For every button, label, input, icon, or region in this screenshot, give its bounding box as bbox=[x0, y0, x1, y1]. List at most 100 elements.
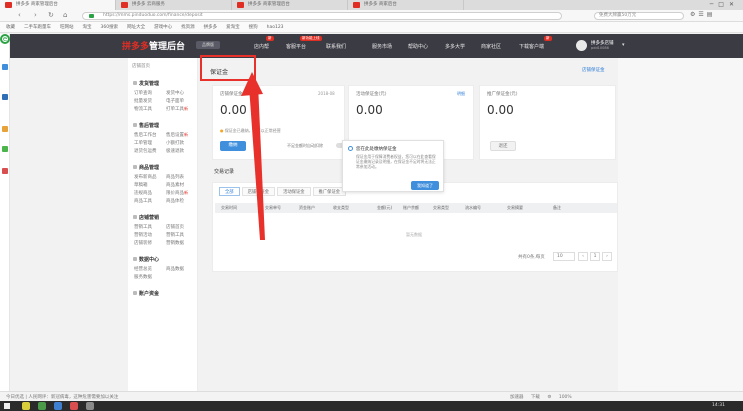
sidebar-item[interactable]: 营销活动 bbox=[134, 232, 152, 238]
status-tools[interactable]: 加速器 下载 ⚙ 100% bbox=[510, 394, 572, 400]
bookmark-item[interactable]: 二手车跑量车 bbox=[24, 22, 51, 32]
browser-tab[interactable]: 拼多多 商家管理后台 bbox=[232, 0, 348, 10]
sidebar-item[interactable]: 售后设置新 bbox=[166, 132, 188, 138]
bookmark-item[interactable]: 网址大全 bbox=[127, 22, 145, 32]
side-app-icon[interactable] bbox=[2, 146, 8, 152]
nav-item[interactable]: 下载客户端 bbox=[519, 43, 544, 50]
browser-toolbar-icons[interactable]: ⚙☰▤ bbox=[690, 11, 715, 18]
sidebar-section-title[interactable]: 账户资金 bbox=[133, 290, 159, 297]
nav-item[interactable]: 服务市场 bbox=[372, 43, 392, 50]
sidebar-item[interactable]: 商品体检 bbox=[166, 198, 184, 204]
side-app-icon[interactable] bbox=[2, 168, 8, 174]
url-field[interactable]: https://mms.pinduoduo.com/finance/deposi… bbox=[82, 12, 562, 20]
sidebar-item[interactable]: 服务数据 bbox=[134, 274, 152, 280]
forward-icon[interactable]: › bbox=[34, 11, 37, 19]
taskbar-app-icon[interactable] bbox=[86, 402, 94, 410]
browser-tab[interactable]: 拼多多 商家管理后台 bbox=[0, 0, 116, 10]
sidebar-item[interactable]: 物流工具 bbox=[134, 106, 152, 112]
bookmark-item[interactable]: 游戏中心 bbox=[154, 22, 172, 32]
nav-item[interactable]: 客服平台 bbox=[286, 43, 306, 50]
taskbar-app-icon[interactable] bbox=[38, 402, 46, 410]
sidebar-item[interactable]: 营销工具 bbox=[166, 232, 184, 238]
sidebar-section-title[interactable]: 商品管理 bbox=[133, 164, 159, 171]
sidebar-item[interactable]: 商品列表 bbox=[166, 174, 184, 180]
sidebar-section-title[interactable]: 数据中心 bbox=[133, 256, 159, 263]
sidebar-item[interactable]: 营销工具 bbox=[134, 224, 152, 230]
next-page-button[interactable]: › bbox=[602, 252, 612, 261]
window-controls[interactable]: ─□✕ bbox=[710, 1, 739, 8]
windows-start-icon[interactable] bbox=[4, 403, 10, 409]
side-app-icon[interactable] bbox=[2, 64, 8, 70]
home-icon[interactable]: ⌂ bbox=[63, 11, 67, 19]
sidebar-item[interactable]: 营销数据 bbox=[166, 240, 184, 246]
browser-side-strip: e bbox=[0, 34, 10, 401]
sidebar-item[interactable]: 退货包运费 bbox=[134, 148, 157, 154]
back-icon[interactable]: ‹ bbox=[18, 11, 21, 19]
tab-activity-deposit[interactable]: 活动保证金 bbox=[277, 187, 311, 196]
nav-item[interactable]: 店内帮 bbox=[254, 43, 269, 50]
sidebar-item[interactable]: 店铺首页 bbox=[166, 224, 184, 230]
sidebar-item[interactable]: 批量发货 bbox=[134, 98, 152, 104]
bookmark-item[interactable]: 搜狗 bbox=[249, 22, 258, 32]
refund-button[interactable]: 退还 bbox=[490, 141, 516, 151]
sidebar-item[interactable]: 电子面单 bbox=[166, 98, 184, 104]
nav-item[interactable]: 商家社区 bbox=[481, 43, 501, 50]
nav-item[interactable]: 帮助中心 bbox=[408, 43, 428, 50]
card-title: 推广保证金(元) bbox=[487, 92, 518, 97]
sidebar-section-title[interactable]: 售后管理 bbox=[133, 122, 159, 129]
promo-deposit-card: 推广保证金(元) 0.00 退还 bbox=[479, 85, 616, 160]
side-app-icon[interactable] bbox=[2, 126, 8, 132]
sidebar-item[interactable]: 发货中心 bbox=[166, 90, 184, 96]
browser-tab[interactable]: 拼多多 商家后台 bbox=[348, 0, 464, 10]
sidebar-item[interactable]: 发布新商品 bbox=[134, 174, 157, 180]
sidebar-item[interactable]: 草稿箱 bbox=[134, 182, 148, 188]
sidebar-item[interactable]: 售后工作台 bbox=[134, 132, 157, 138]
bookmark-item[interactable]: hao123 bbox=[267, 22, 284, 32]
bookmark-item[interactable]: 拼多多 bbox=[204, 22, 218, 32]
sidebar-section-title[interactable]: 店铺营销 bbox=[133, 214, 159, 221]
taskbar-app-icon[interactable] bbox=[70, 402, 78, 410]
sidebar-item[interactable]: 打单工具新 bbox=[166, 106, 188, 112]
nav-item[interactable]: 多多大学 bbox=[445, 43, 465, 50]
site-logo[interactable]: 拼多多管理后台 bbox=[122, 39, 185, 52]
bookmark-item[interactable]: 爱淘宝 bbox=[226, 22, 240, 32]
refresh-icon[interactable]: ↻ bbox=[48, 11, 54, 19]
chevron-down-icon[interactable]: ▾ bbox=[622, 42, 625, 48]
browser-search-input[interactable]: 免费大牌赢50万元 bbox=[594, 12, 684, 20]
bookmark-item[interactable]: 找资源 bbox=[181, 22, 195, 32]
pay-deposit-button[interactable]: 缴纳 bbox=[220, 141, 246, 151]
deposit-link[interactable]: 店铺保证金 bbox=[582, 67, 605, 73]
taskbar-app-icon[interactable] bbox=[54, 402, 62, 410]
sidebar-item[interactable]: 极速退款 bbox=[166, 148, 184, 154]
sidebar-item[interactable]: 商品素材 bbox=[166, 182, 184, 188]
detail-link[interactable]: 明细 bbox=[457, 91, 465, 97]
tab-all[interactable]: 全部 bbox=[219, 187, 240, 196]
bookmark-item[interactable]: 收藏 bbox=[6, 22, 15, 32]
sidebar-item[interactable]: 工单管理 bbox=[134, 140, 152, 146]
bookmark-item[interactable]: 旺网站 bbox=[60, 22, 74, 32]
page-size-select[interactable]: 10 bbox=[553, 252, 575, 261]
taskbar-app-icon[interactable] bbox=[22, 402, 30, 410]
tab-store-deposit[interactable]: 店铺保证金 bbox=[241, 187, 276, 196]
sidebar-item[interactable]: 订单查询 bbox=[134, 90, 152, 96]
sidebar-item[interactable]: 小额打款 bbox=[166, 140, 184, 146]
page-number-button[interactable]: 1 bbox=[590, 252, 600, 261]
bookmark-item[interactable]: 360搜索 bbox=[101, 22, 119, 32]
bookmark-item[interactable]: 淘宝 bbox=[83, 22, 92, 32]
got-it-button[interactable]: 我知道了 bbox=[411, 181, 439, 190]
sidebar-home-link[interactable]: 店铺首页 bbox=[132, 63, 150, 69]
nav-item[interactable]: 联系我们 bbox=[326, 43, 346, 50]
status-news[interactable]: 今日优选 | 人民网评：新冠病毒，这种危害需要加以关注 bbox=[6, 394, 118, 400]
avatar[interactable] bbox=[576, 40, 587, 51]
sidebar-item[interactable]: 店铺装修 bbox=[134, 240, 152, 246]
sidebar-item[interactable]: 商品数据 bbox=[166, 266, 184, 272]
side-app-icon[interactable] bbox=[2, 94, 8, 100]
sidebar-item[interactable]: 违规商品 bbox=[134, 190, 152, 196]
browser-logo-icon[interactable]: e bbox=[0, 34, 10, 44]
sidebar-item[interactable]: 经营总览 bbox=[134, 266, 152, 272]
sidebar-item[interactable]: 限价商品新 bbox=[166, 190, 188, 196]
sidebar-item[interactable]: 商品工具 bbox=[134, 198, 152, 204]
browser-tab[interactable]: 拼多多 云商服务 bbox=[116, 0, 232, 10]
sidebar-section-title[interactable]: 发货管理 bbox=[133, 80, 159, 87]
prev-page-button[interactable]: ‹ bbox=[578, 252, 588, 261]
